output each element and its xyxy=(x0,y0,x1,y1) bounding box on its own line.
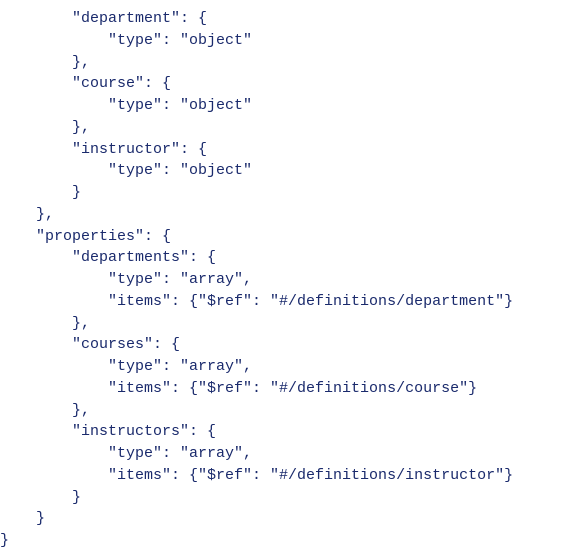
json-schema-code-block: "department": { "type": "object" }, "cou… xyxy=(0,0,573,552)
